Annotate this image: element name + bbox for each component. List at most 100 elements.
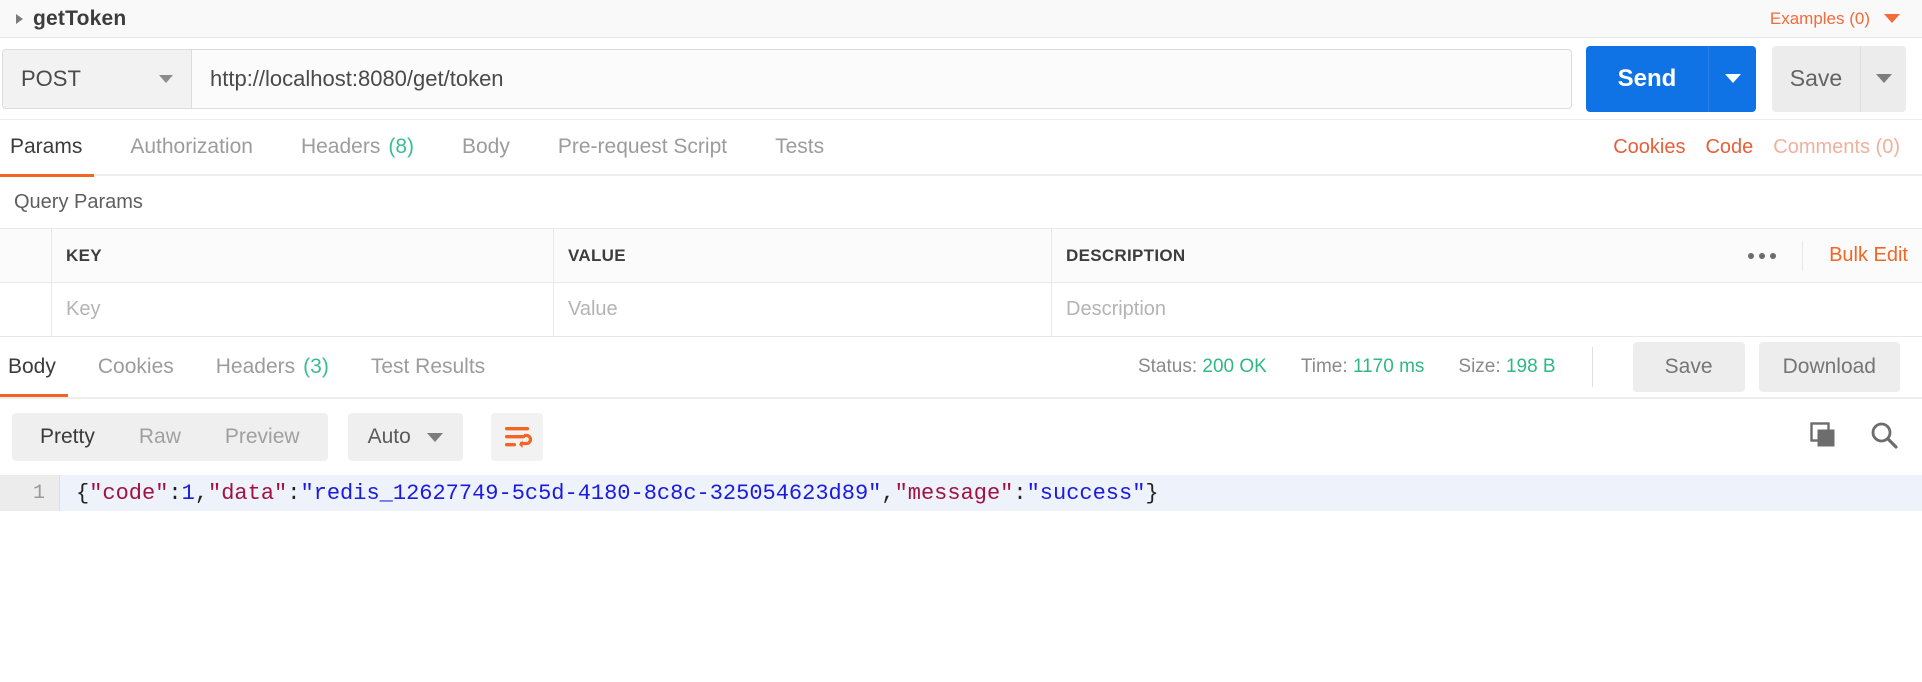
send-options-button[interactable] <box>1708 45 1756 112</box>
size-metric: Size: 198 B <box>1458 356 1555 378</box>
column-header-value: VALUE <box>568 245 626 265</box>
row-checkbox-cell[interactable] <box>0 283 52 336</box>
column-header-description: DESCRIPTION <box>1066 245 1186 265</box>
size-label: Size: <box>1458 356 1501 377</box>
postman-request-pane: getToken Examples (0) POST http://localh… <box>0 0 1922 682</box>
tab-body[interactable]: Body <box>462 119 510 175</box>
status-value: 200 OK <box>1202 356 1267 377</box>
json-token: : <box>168 480 182 506</box>
json-response-text: {"code":1,"data":"redis_12627749-5c5d-41… <box>60 481 1159 506</box>
json-token: : <box>287 480 301 506</box>
view-mode-pretty[interactable]: Pretty <box>18 413 117 461</box>
response-download-button[interactable]: Download <box>1758 342 1900 392</box>
response-tab-body-label: Body <box>8 355 56 378</box>
query-params-table: KEY VALUE DESCRIPTION Bulk Edit Key Valu… <box>0 228 1922 337</box>
response-tab-headers-count: (3) <box>303 355 329 378</box>
json-token: "redis_12627749-5c5d-4180-8c8c-325054623… <box>300 480 882 506</box>
copy-icon[interactable] <box>1808 420 1838 455</box>
code-link[interactable]: Code <box>1705 136 1753 159</box>
tab-params-label: Params <box>10 135 83 158</box>
view-mode-segmented: Pretty Raw Preview <box>12 413 328 461</box>
method-label: POST <box>21 65 81 91</box>
format-select[interactable]: Auto <box>347 413 463 461</box>
time-metric: Time: 1170 ms <box>1301 356 1425 378</box>
url-input[interactable]: http://localhost:8080/get/token <box>192 48 1572 109</box>
response-tab-headers[interactable]: Headers (3) <box>216 339 329 395</box>
query-params-title: Query Params <box>0 176 1922 228</box>
chevron-down-icon[interactable] <box>1884 14 1900 23</box>
json-token: "message" <box>894 480 1014 506</box>
header-key-cell: KEY <box>52 229 554 282</box>
response-tab-cookies[interactable]: Cookies <box>98 339 174 395</box>
save-options-button[interactable] <box>1860 45 1906 112</box>
json-token: { <box>76 480 90 506</box>
method-select[interactable]: POST <box>2 48 192 109</box>
ellipsis-icon[interactable] <box>1738 240 1804 271</box>
send-button-group: Send <box>1586 45 1756 112</box>
chevron-down-icon <box>159 74 173 83</box>
response-tab-headers-label: Headers <box>215 355 296 378</box>
word-wrap-icon[interactable] <box>490 413 543 461</box>
response-body-viewer[interactable]: 1 {"code":1,"data":"redis_12627749-5c5d-… <box>0 475 1922 537</box>
send-button[interactable]: Send <box>1586 45 1708 112</box>
divider <box>1591 347 1593 387</box>
tab-body-label: Body <box>462 135 510 158</box>
json-token: : <box>1013 480 1027 506</box>
caret-right-icon[interactable] <box>16 13 23 24</box>
status-label: Status: <box>1137 356 1198 377</box>
bulk-edit-button[interactable]: Bulk Edit <box>1803 244 1908 267</box>
response-save-button[interactable]: Save <box>1632 342 1745 392</box>
examples-control[interactable]: Examples (0) <box>1770 9 1900 29</box>
json-token: "data" <box>208 480 288 506</box>
column-header-key: KEY <box>66 245 102 265</box>
chevron-down-icon <box>426 432 443 442</box>
search-icon[interactable] <box>1868 419 1900 456</box>
param-value-input[interactable]: Value <box>554 283 1052 336</box>
header-description-cell: DESCRIPTION Bulk Edit <box>1052 229 1922 282</box>
response-tab-test-results-label: Test Results <box>370 355 486 378</box>
request-tabs: Params Authorization Headers (8) Body Pr… <box>0 119 1922 177</box>
tab-headers[interactable]: Headers (8) <box>301 119 414 175</box>
response-view-toolbar: Pretty Raw Preview Auto <box>0 399 1922 475</box>
response-tools <box>1808 419 1900 456</box>
header-checkbox-cell <box>0 229 52 282</box>
param-key-input[interactable]: Key <box>52 283 554 336</box>
view-mode-preview[interactable]: Preview <box>203 413 322 461</box>
response-meta: Status: 200 OK Time: 1170 ms Size: 198 B… <box>1104 342 1900 392</box>
examples-link[interactable]: Examples (0) <box>1770 9 1870 29</box>
response-tab-cookies-label: Cookies <box>97 355 174 378</box>
param-description-input[interactable]: Description <box>1052 283 1922 336</box>
code-empty-area <box>0 511 1922 537</box>
tab-pre-request-script[interactable]: Pre-request Script <box>558 119 727 175</box>
json-token: "code" <box>89 480 169 506</box>
status-metric: Status: 200 OK <box>1138 356 1267 378</box>
json-token: } <box>1145 480 1159 506</box>
comments-link[interactable]: Comments (0) <box>1773 136 1900 159</box>
response-tab-body[interactable]: Body <box>0 339 68 397</box>
view-mode-raw[interactable]: Raw <box>117 413 203 461</box>
param-description-placeholder: Description <box>1066 298 1167 320</box>
save-button-group: Save <box>1772 45 1906 112</box>
code-line: 1 {"code":1,"data":"redis_12627749-5c5d-… <box>0 475 1922 511</box>
response-tab-test-results[interactable]: Test Results <box>371 339 485 395</box>
url-bar: POST http://localhost:8080/get/token Sen… <box>0 38 1922 120</box>
request-name-bar: getToken Examples (0) <box>0 0 1922 38</box>
tab-tests[interactable]: Tests <box>775 119 824 175</box>
json-token: , <box>881 480 895 506</box>
tab-params[interactable]: Params <box>0 119 95 177</box>
tab-authorization-label: Authorization <box>130 135 253 158</box>
size-value: 198 B <box>1505 356 1556 377</box>
chevron-down-icon <box>1724 74 1741 83</box>
header-value-cell: VALUE <box>554 229 1052 282</box>
tab-tests-label: Tests <box>775 135 825 158</box>
cookies-link[interactable]: Cookies <box>1613 136 1685 159</box>
json-token: , <box>194 480 209 506</box>
tab-authorization[interactable]: Authorization <box>130 119 253 175</box>
table-header-row: KEY VALUE DESCRIPTION Bulk Edit <box>0 229 1922 283</box>
page-title: getToken <box>33 6 127 30</box>
param-key-placeholder: Key <box>66 298 101 320</box>
save-button[interactable]: Save <box>1772 45 1860 112</box>
param-value-placeholder: Value <box>568 298 618 320</box>
tab-pre-request-script-label: Pre-request Script <box>557 135 728 158</box>
json-token: 1 <box>181 480 195 506</box>
